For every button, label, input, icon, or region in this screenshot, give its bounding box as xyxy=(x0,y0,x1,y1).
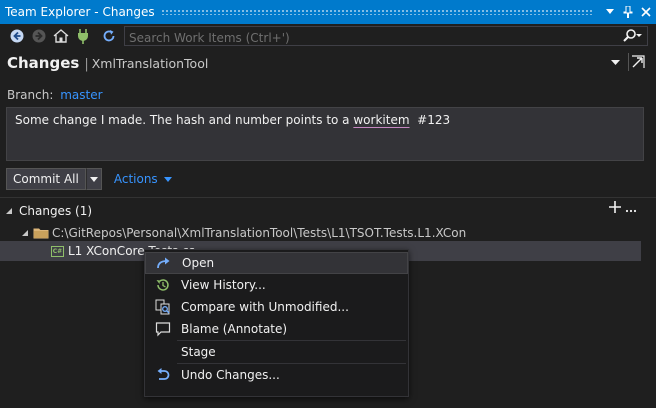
pin-icon xyxy=(623,6,633,18)
refresh-icon xyxy=(103,30,115,42)
folder-icon xyxy=(33,228,49,239)
commit-message-input[interactable]: Some change I made. The hash and number … xyxy=(6,107,644,161)
branch-row: Branch: master xyxy=(7,88,103,102)
pin-button[interactable] xyxy=(620,2,636,22)
commit-all-button[interactable]: Commit All xyxy=(6,168,86,190)
menu-item-open[interactable]: Open xyxy=(145,252,408,274)
actions-label: Actions xyxy=(113,172,158,186)
branch-label: Branch: xyxy=(7,88,54,102)
folder-path: C:\GitRepos\Personal\XmlTranslationTool\… xyxy=(52,226,467,240)
search-input[interactable] xyxy=(125,29,615,47)
branch-link[interactable]: master xyxy=(60,88,102,102)
menu-item-label: Undo Changes... xyxy=(181,368,280,382)
search-box xyxy=(124,26,648,48)
menu-item-label: Stage xyxy=(181,345,216,359)
title-bar: Team Explorer - Changes xyxy=(0,0,656,24)
home-icon xyxy=(53,29,69,43)
window-menu-button[interactable] xyxy=(602,2,618,22)
plus-icon xyxy=(609,201,621,213)
forward-arrow-icon xyxy=(32,29,46,43)
menu-item-compare[interactable]: Compare with Unmodified... xyxy=(145,296,408,318)
dropdown-arrow-icon xyxy=(606,9,614,14)
chevron-down-icon xyxy=(163,176,172,182)
menu-item-label: View History... xyxy=(181,278,266,292)
context-menu: Open View History... Compare with Unmodi… xyxy=(144,249,409,397)
expand-triangle-icon xyxy=(6,208,12,214)
section-divider xyxy=(0,197,656,198)
csharp-file-icon: C# xyxy=(51,245,64,257)
repo-name: XmlTranslationTool xyxy=(91,56,209,71)
changes-section-header[interactable]: Changes (1) xyxy=(5,203,92,219)
close-button[interactable] xyxy=(638,2,654,22)
more-icon xyxy=(625,209,637,213)
navigate-out-icon xyxy=(631,55,645,68)
changes-header-label: Changes (1) xyxy=(19,204,93,218)
header-separator: | xyxy=(84,57,89,72)
menu-item-label: Open xyxy=(182,256,215,270)
commit-message-suffix: #123 xyxy=(409,113,451,127)
refresh-button[interactable] xyxy=(98,25,120,47)
page-title: Changes xyxy=(7,54,80,72)
folder-row[interactable]: C:\GitRepos\Personal\XmlTranslationTool\… xyxy=(21,225,466,241)
navigate-page-button[interactable] xyxy=(628,53,646,71)
back-arrow-icon xyxy=(10,29,24,43)
dropdown-arrow-icon xyxy=(610,60,620,65)
menu-item-undo-changes[interactable]: Undo Changes... xyxy=(145,364,408,386)
menu-item-blame[interactable]: Blame (Annotate) xyxy=(145,318,408,340)
close-icon xyxy=(641,7,651,17)
menu-item-label: Blame (Annotate) xyxy=(181,322,288,336)
commit-message-workitem: workitem xyxy=(353,113,410,127)
compare-icon xyxy=(155,299,170,315)
undo-icon xyxy=(157,368,170,380)
open-arrow-icon xyxy=(157,257,170,269)
search-icon xyxy=(623,29,642,42)
back-button[interactable] xyxy=(6,25,28,47)
search-button[interactable] xyxy=(621,28,643,48)
menu-item-stage[interactable]: Stage xyxy=(145,341,408,363)
commit-row: Commit All Actions xyxy=(6,168,172,190)
more-button[interactable] xyxy=(625,201,637,217)
menu-item-view-history[interactable]: View History... xyxy=(145,274,408,296)
page-dropdown-button[interactable] xyxy=(608,56,622,70)
page-header: Changes | XmlTranslationTool xyxy=(7,54,208,76)
history-icon xyxy=(156,279,169,291)
title-grip[interactable] xyxy=(160,9,594,15)
changes-actions xyxy=(609,201,637,217)
commit-options-dropdown[interactable] xyxy=(85,168,102,190)
menu-item-label: Compare with Unmodified... xyxy=(181,300,349,314)
home-button[interactable] xyxy=(50,25,72,47)
window-title: Team Explorer - Changes xyxy=(5,5,155,19)
plug-icon xyxy=(78,29,88,44)
forward-button[interactable] xyxy=(28,25,50,47)
dropdown-arrow-icon xyxy=(89,176,98,182)
expand-triangle-icon xyxy=(22,230,28,236)
add-button[interactable] xyxy=(609,201,621,217)
connect-button[interactable] xyxy=(72,25,94,47)
commit-message-text: Some change I made. The hash and number … xyxy=(15,113,354,127)
comment-icon xyxy=(155,322,171,337)
actions-menu[interactable]: Actions xyxy=(114,172,172,186)
